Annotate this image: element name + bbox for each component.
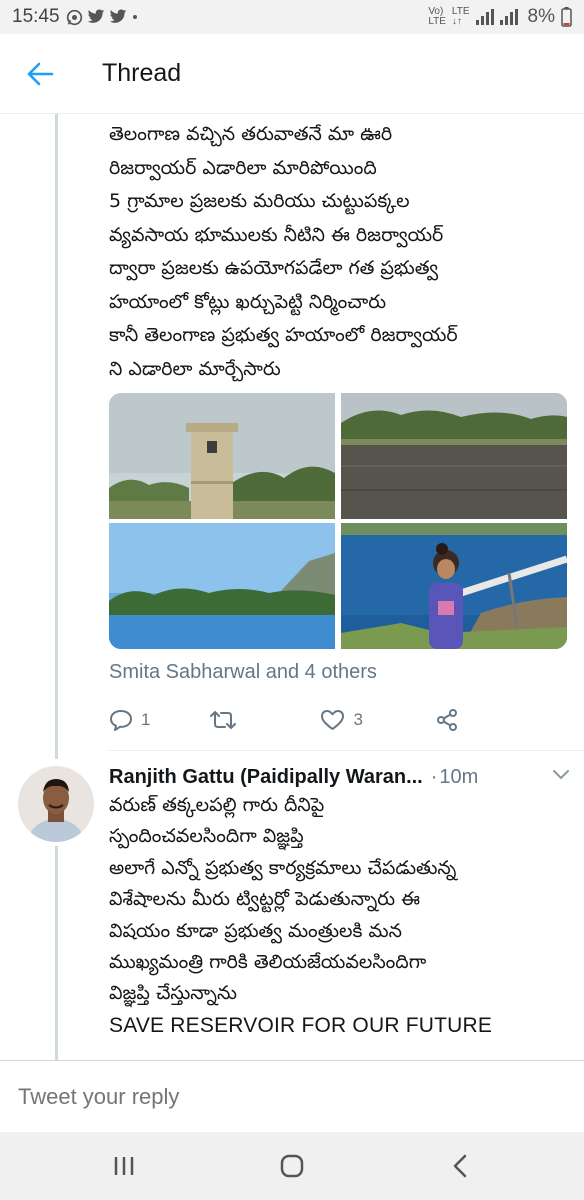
tweet-line: రిజర్వాయర్ ఎడారిలా మారిపోయింది: [109, 156, 377, 179]
reply-count: 1: [141, 710, 151, 729]
whatsapp-icon: [66, 9, 82, 25]
reply-line: అలాగే ఎన్నో ప్రభుత్వ కార్యక్రమాలు చేపడుత…: [109, 856, 457, 879]
system-back-button[interactable]: [425, 1136, 495, 1196]
tweet-line: ద్వారా ప్రజలకు ఉపయోగపడేలా గత ప్రభుత్వ: [109, 257, 439, 279]
photo-dry-reservoir[interactable]: [341, 393, 567, 519]
reply-line: ముఖ్యమంత్రి గారికి తెలియజేయవలసిందిగా: [109, 951, 427, 974]
back-button[interactable]: [0, 34, 80, 114]
tweet-text: తెలంగాణ వచ్చిన తరువాతనే మా ఊరి రిజర్వాయర…: [109, 118, 570, 386]
tweet-line: హయాంలో కోట్లు ఖర్చుపెట్టి నిర్మించారు: [109, 290, 387, 313]
notification-icons: [66, 9, 139, 26]
tweet-menu-button[interactable]: [552, 768, 570, 786]
status-bar: 15:45 Vo) LTE LTE ↓↑ 8%: [0, 0, 584, 34]
home-icon: [280, 1154, 304, 1178]
like-count: 3: [353, 710, 363, 729]
tweet-line: కానీ తెలంగాణ ప్రభుత్వ హయాంలో రిజర్వాయర్: [109, 324, 458, 346]
twitter-icon: [87, 9, 104, 23]
signal-icon: [499, 9, 518, 25]
photo-reservoir-water[interactable]: [109, 523, 335, 649]
home-button[interactable]: [257, 1136, 327, 1196]
reply-input[interactable]: [18, 1083, 518, 1110]
share-icon: [436, 709, 457, 731]
volte-sub-label: LTE: [428, 16, 446, 27]
status-time: 15:45: [12, 6, 60, 27]
reply-line: విశేషాలను మీరు ట్విట్టర్లో పెడుతున్నారు …: [109, 888, 421, 911]
page-title: Thread: [102, 59, 182, 87]
photo-child-by-reservoir[interactable]: [341, 523, 567, 649]
tweet-action-bar: 1 3: [109, 705, 489, 735]
thread-connector-line: [55, 846, 58, 1060]
chevron-down-icon: [553, 770, 569, 780]
reply-line: విషయం కూడా ప్రభుత్వ మంత్రులకి మన: [109, 919, 402, 942]
tweet-media-grid: [109, 393, 567, 649]
battery-percent: 8%: [527, 6, 555, 27]
arrow-left-icon: [27, 62, 54, 85]
dot-icon: [132, 15, 137, 19]
like-button[interactable]: 3: [320, 709, 363, 731]
divider: [109, 750, 584, 751]
reply-line: విజ్ఞప్తి చేస్తున్నాను: [109, 982, 237, 1005]
reply-icon: [110, 710, 132, 731]
reply-text: వరుణ్ తక్కలపల్లి గారు దీనిపై స్పందించవలస…: [109, 790, 574, 1041]
tweet-line: 5 గ్రామాల ప్రజలకు మరియు చుట్టుపక్కల: [109, 190, 410, 212]
tweet-line: ని ఎడారిలా మార్చేసారు: [109, 357, 281, 380]
retweet-icon: [210, 711, 237, 729]
twitter-icon: [109, 9, 126, 23]
back-icon: [453, 1154, 467, 1178]
thread-connector-line: [55, 114, 58, 759]
recents-button[interactable]: [89, 1136, 159, 1196]
retweet-button[interactable]: [210, 710, 244, 730]
liked-by-text[interactable]: Smita Sabharwal and 4 others: [109, 661, 377, 684]
recents-icon: [114, 1157, 134, 1175]
avatar[interactable]: [18, 766, 94, 842]
signal-icon: [475, 9, 494, 25]
dot-separator: ·: [430, 765, 438, 788]
data-arrows-icon: ↓↑: [451, 16, 462, 27]
reply-line: వరుణ్ తక్కలపల్లి గారు దీనిపై: [109, 794, 325, 816]
heart-icon: [321, 710, 345, 730]
reply-line: SAVE RESERVOIR FOR OUR FUTURE: [109, 1013, 493, 1037]
status-right: Vo) LTE LTE ↓↑ 8%: [428, 6, 572, 28]
reply-header: Ranjith Gattu (Paidipally Waran... · 10m: [109, 762, 570, 792]
tweet-line: తెలంగాణ వచ్చిన తరువాతనే మా ఊరి: [109, 123, 393, 145]
reply-button[interactable]: 1: [109, 709, 150, 731]
app-header: Thread: [0, 34, 584, 114]
reply-line: స్పందించవలసిందిగా విజ్ఞప్తి: [109, 825, 304, 848]
reply-author-name[interactable]: Ranjith Gattu (Paidipally Waran...: [109, 766, 423, 789]
reply-timestamp: 10m: [439, 765, 479, 788]
system-nav-bar: [0, 1132, 584, 1200]
photo-water-tower[interactable]: [109, 393, 335, 519]
reply-compose-bar: [0, 1060, 584, 1132]
battery-icon: [561, 7, 572, 27]
tweet-line: వ్యవసాయ భూములకు నీటిని ఈ రిజర్వాయర్: [109, 223, 444, 246]
share-button[interactable]: [435, 708, 459, 732]
